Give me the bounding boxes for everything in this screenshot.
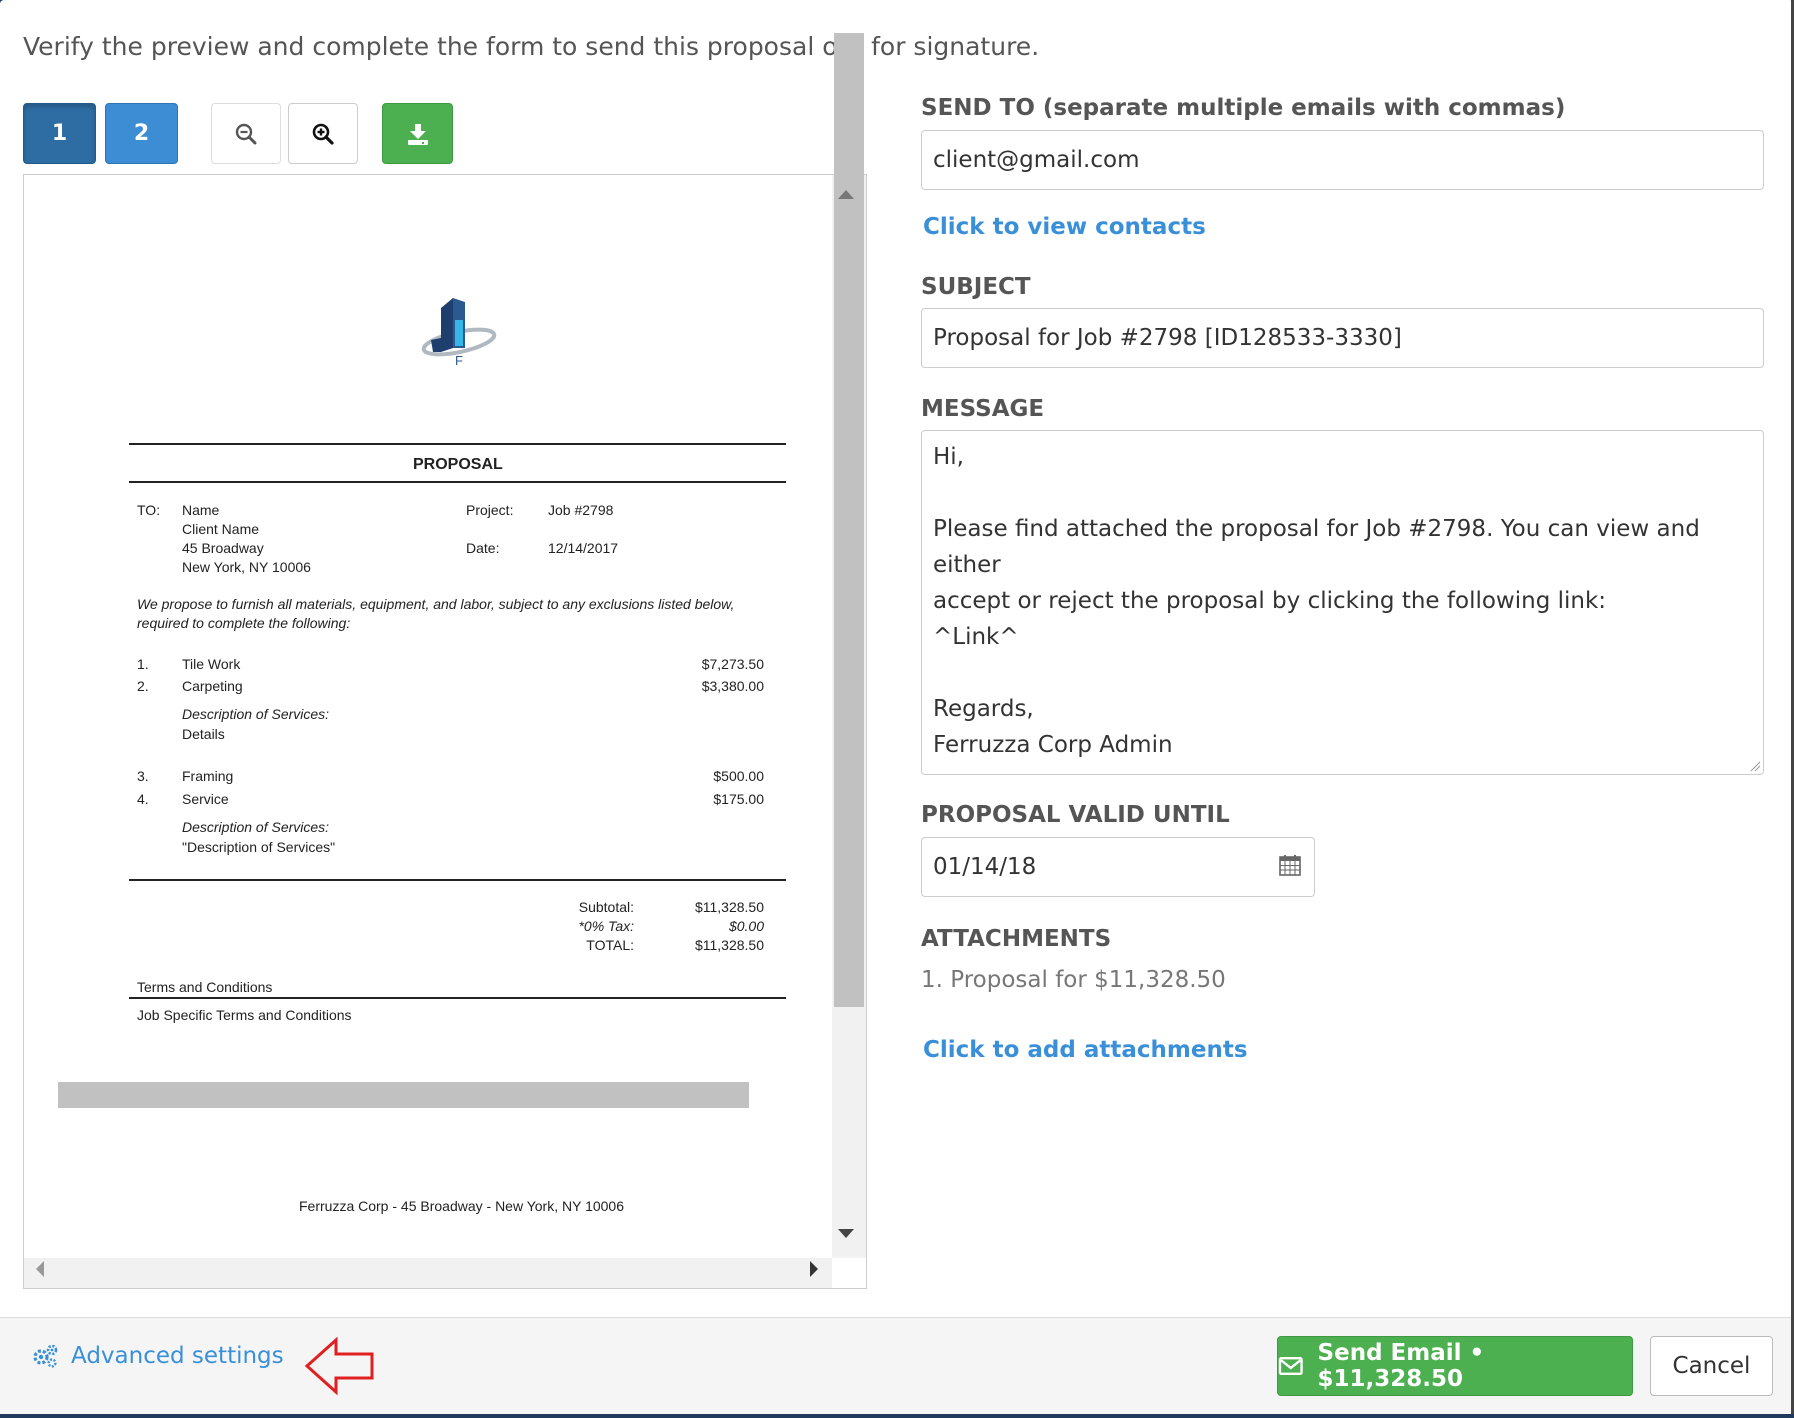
- description-label: Description of Services:: [182, 819, 330, 835]
- date-value: 12/14/2017: [548, 540, 619, 556]
- item-amount: $175.00: [713, 791, 764, 807]
- date-label: Date:: [466, 540, 500, 556]
- zoom-out-icon: [235, 123, 257, 144]
- terms-heading: Terms and Conditions: [137, 979, 273, 995]
- message-line: Regards,: [933, 696, 1034, 722]
- send-to-label: SEND TO (separate multiple emails with c…: [921, 95, 1566, 121]
- instructions-text: Verify the preview and complete the form…: [23, 32, 1040, 61]
- zoom-in-button[interactable]: [288, 103, 358, 164]
- divider: [129, 481, 786, 483]
- advanced-settings-label: Advanced settings: [71, 1343, 284, 1369]
- send-proposal-modal: Verify the preview and complete the form…: [0, 0, 1794, 1418]
- item-name: Tile Work: [182, 656, 241, 672]
- document-footer: Ferruzza Corp - 45 Broadway - New York, …: [299, 1198, 625, 1214]
- cancel-button[interactable]: Cancel: [1650, 1336, 1773, 1396]
- item-number: 3.: [137, 768, 149, 784]
- subject-input[interactable]: Proposal for Job #2798 [ID128533-3330]: [921, 308, 1764, 368]
- item-number: 1.: [137, 656, 149, 672]
- envelope-icon: [1278, 1356, 1303, 1376]
- to-label: TO:: [137, 502, 161, 518]
- to-line: Client Name: [182, 521, 260, 537]
- divider: [129, 997, 786, 999]
- to-line: 45 Broadway: [182, 540, 264, 556]
- view-contacts-link[interactable]: Click to view contacts: [923, 214, 1206, 240]
- message-line: [933, 655, 1752, 691]
- description-label: Description of Services:: [182, 706, 330, 722]
- total-value: $11,328.50: [694, 937, 764, 953]
- left-arrow-annotation-icon: [304, 1336, 374, 1396]
- message-label: MESSAGE: [921, 396, 1045, 422]
- message-line: accept or reject the proposal by clickin…: [933, 588, 1607, 614]
- page-1-button[interactable]: 1: [23, 103, 96, 164]
- item-name: Service: [182, 791, 229, 807]
- logo-letter: F: [455, 353, 463, 368]
- scroll-up-arrow[interactable]: [838, 190, 854, 199]
- calendar-icon[interactable]: [1278, 853, 1302, 877]
- project-value: Job #2798: [548, 502, 614, 518]
- send-email-label: Send Email • $11,328.50: [1317, 1340, 1485, 1392]
- item-number: 4.: [137, 791, 149, 807]
- scroll-left-arrow[interactable]: [36, 1261, 44, 1277]
- document-heading: PROPOSAL: [413, 456, 503, 473]
- tax-value: $0.00: [728, 918, 764, 934]
- download-icon: [407, 123, 428, 145]
- valid-until-input[interactable]: 01/14/18: [921, 837, 1315, 897]
- divider: [129, 443, 786, 445]
- project-label: Project:: [466, 502, 514, 518]
- advanced-settings-link[interactable]: Advanced settings: [31, 1343, 284, 1369]
- item-amount: $3,380.00: [701, 678, 764, 694]
- item-amount: $7,273.50: [701, 656, 764, 672]
- proposal-preview[interactable]: F PROPOSAL TO: Name Client Name 45 Broad…: [23, 174, 867, 1289]
- attachment-item[interactable]: 1. Proposal for $11,328.50: [921, 967, 1226, 993]
- terms-text: Job Specific Terms and Conditions: [137, 1007, 352, 1023]
- add-attachments-link[interactable]: Click to add attachments: [923, 1037, 1248, 1063]
- message-line: Hi,: [933, 444, 964, 470]
- item-name: Carpeting: [182, 678, 243, 694]
- total-label: TOTAL:: [586, 937, 634, 953]
- horizontal-scrollbar-thumb[interactable]: [58, 1082, 749, 1108]
- zoom-out-button[interactable]: [211, 103, 281, 164]
- message-line: [933, 475, 1752, 511]
- subtotal-label: Subtotal:: [578, 899, 634, 915]
- valid-until-label: PROPOSAL VALID UNTIL: [921, 802, 1230, 828]
- item-number: 2.: [137, 678, 149, 694]
- window-edge: [0, 1414, 1794, 1418]
- message-line: Ferruzza Corp Admin: [933, 732, 1173, 758]
- intro-text: We propose to furnish all materials, equ…: [137, 596, 735, 612]
- description-value: Details: [182, 726, 225, 742]
- scroll-down-arrow[interactable]: [838, 1229, 854, 1238]
- to-line: New York, NY 10006: [182, 559, 311, 575]
- send-email-button[interactable]: Send Email • $11,328.50: [1277, 1336, 1633, 1396]
- message-textarea[interactable]: Hi, Please find attached the proposal fo…: [921, 430, 1764, 775]
- zoom-in-icon: [312, 123, 334, 145]
- item-amount: $500.00: [713, 768, 764, 784]
- message-line: ^Link^: [933, 624, 1019, 650]
- attachments-label: ATTACHMENTS: [921, 926, 1112, 952]
- tax-label: *0% Tax:: [578, 918, 634, 934]
- item-name: Framing: [182, 768, 234, 784]
- intro-text: required to complete the following:: [137, 615, 351, 631]
- gears-icon: [33, 1344, 58, 1368]
- download-button[interactable]: [382, 103, 453, 164]
- subtotal-value: $11,328.50: [694, 899, 764, 915]
- message-line: Please find attached the proposal for Jo…: [933, 516, 1700, 578]
- page-2-button[interactable]: 2: [105, 103, 178, 164]
- to-line: Name: [182, 502, 220, 518]
- resize-handle-icon[interactable]: [1749, 760, 1761, 772]
- scroll-right-arrow[interactable]: [810, 1261, 818, 1277]
- description-value: "Description of Services": [182, 839, 336, 855]
- divider: [129, 879, 786, 881]
- subject-label: SUBJECT: [921, 274, 1031, 300]
- send-to-input[interactable]: client@gmail.com: [921, 130, 1764, 190]
- horizontal-scrollbar[interactable]: [24, 1258, 832, 1288]
- vertical-scrollbar-thumb[interactable]: [834, 33, 864, 1007]
